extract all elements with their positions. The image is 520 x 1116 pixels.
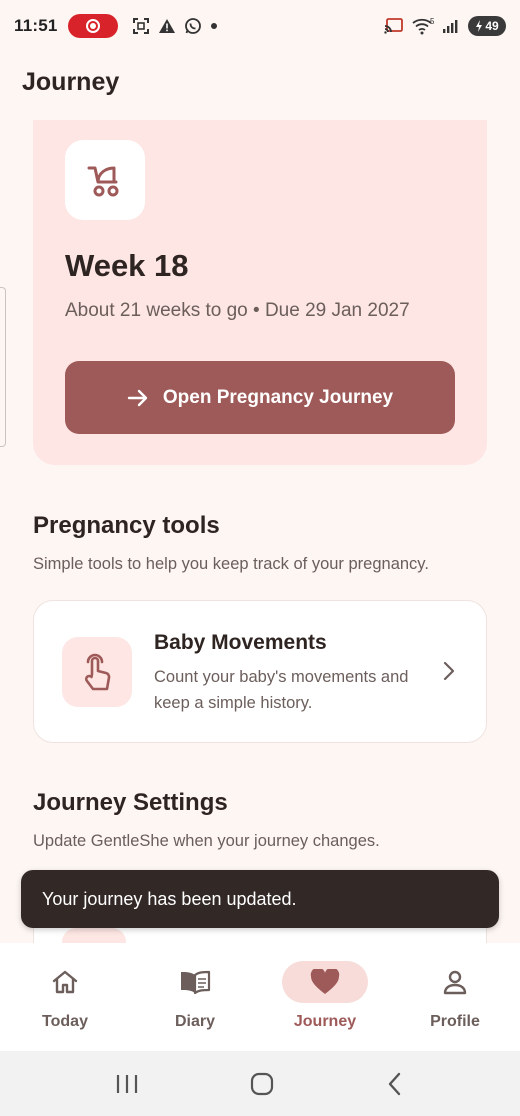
baby-movements-title: Baby Movements [154,631,327,654]
touch-icon-box [62,637,132,707]
snackbar-message: Your journey has been updated. [42,888,297,909]
nav-label-journey: Journey [293,1013,357,1030]
nav-label-today: Today [42,1013,88,1030]
chevron-right-icon [443,661,455,681]
nav-item-journey[interactable]: Journey [260,943,390,1051]
nav-item-today[interactable]: Today [0,943,130,1051]
arrow-right-icon [127,389,148,406]
stroller-icon [87,166,119,197]
back-icon[interactable] [384,1071,406,1097]
journey-settings-subtitle: Update GentleShe when your journey chang… [33,832,380,850]
open-pregnancy-journey-button[interactable]: Open Pregnancy Journey [65,361,455,434]
screenshot-icon [132,17,150,35]
wifi-icon: 5 [412,17,434,35]
more-notifications-icon [210,22,218,30]
cast-icon [384,17,404,35]
status-time: 11:51 [14,16,58,35]
open-pregnancy-journey-label: Open Pregnancy Journey [162,386,394,408]
pregnancy-tools-title: Pregnancy tools [33,512,220,539]
screen-record-indicator [67,14,118,38]
network-type: 5 [430,17,434,26]
battery-level: 49 [485,19,499,33]
whatsapp-icon [184,17,202,35]
page-title: Journey [22,68,120,96]
nav-label-diary: Diary [174,1013,216,1030]
notification-icons [132,17,218,35]
pregnancy-tools-subtitle: Simple tools to help you keep track of y… [33,555,429,573]
touch-icon [84,653,111,691]
system-navigation-bar [0,1051,520,1116]
heart-icon [310,969,340,994]
person-icon [443,970,467,995]
baby-movements-card[interactable]: Baby Movements Count your baby's movemen… [33,600,487,743]
battery-indicator: 49 [468,16,506,36]
recent-apps-icon[interactable] [114,1073,140,1095]
stroller-icon-box [65,140,145,220]
book-icon [181,970,211,995]
baby-movements-description: Count your baby's movements and keep a s… [154,668,409,712]
due-date-summary: About 21 weeks to go • Due 29 Jan 2027 [65,300,410,321]
home-icon [52,970,78,994]
home-button-icon[interactable] [249,1071,275,1097]
nav-item-profile[interactable]: Profile [390,943,520,1051]
snackbar: Your journey has been updated. [21,870,499,928]
bottom-navigation: Today Diary Journey Profile [0,943,520,1051]
nav-label-profile: Profile [430,1013,480,1030]
nav-item-diary[interactable]: Diary [130,943,260,1051]
warning-icon [158,18,176,34]
signal-icon [442,18,460,34]
current-week: Week 18 [65,248,189,283]
journey-settings-title: Journey Settings [33,789,228,816]
pregnancy-summary-card: Week 18 About 21 weeks to go • Due 29 Ja… [33,120,487,465]
edge-panel-handle[interactable] [0,287,6,447]
status-bar: 11:51 5 49 [0,0,520,52]
